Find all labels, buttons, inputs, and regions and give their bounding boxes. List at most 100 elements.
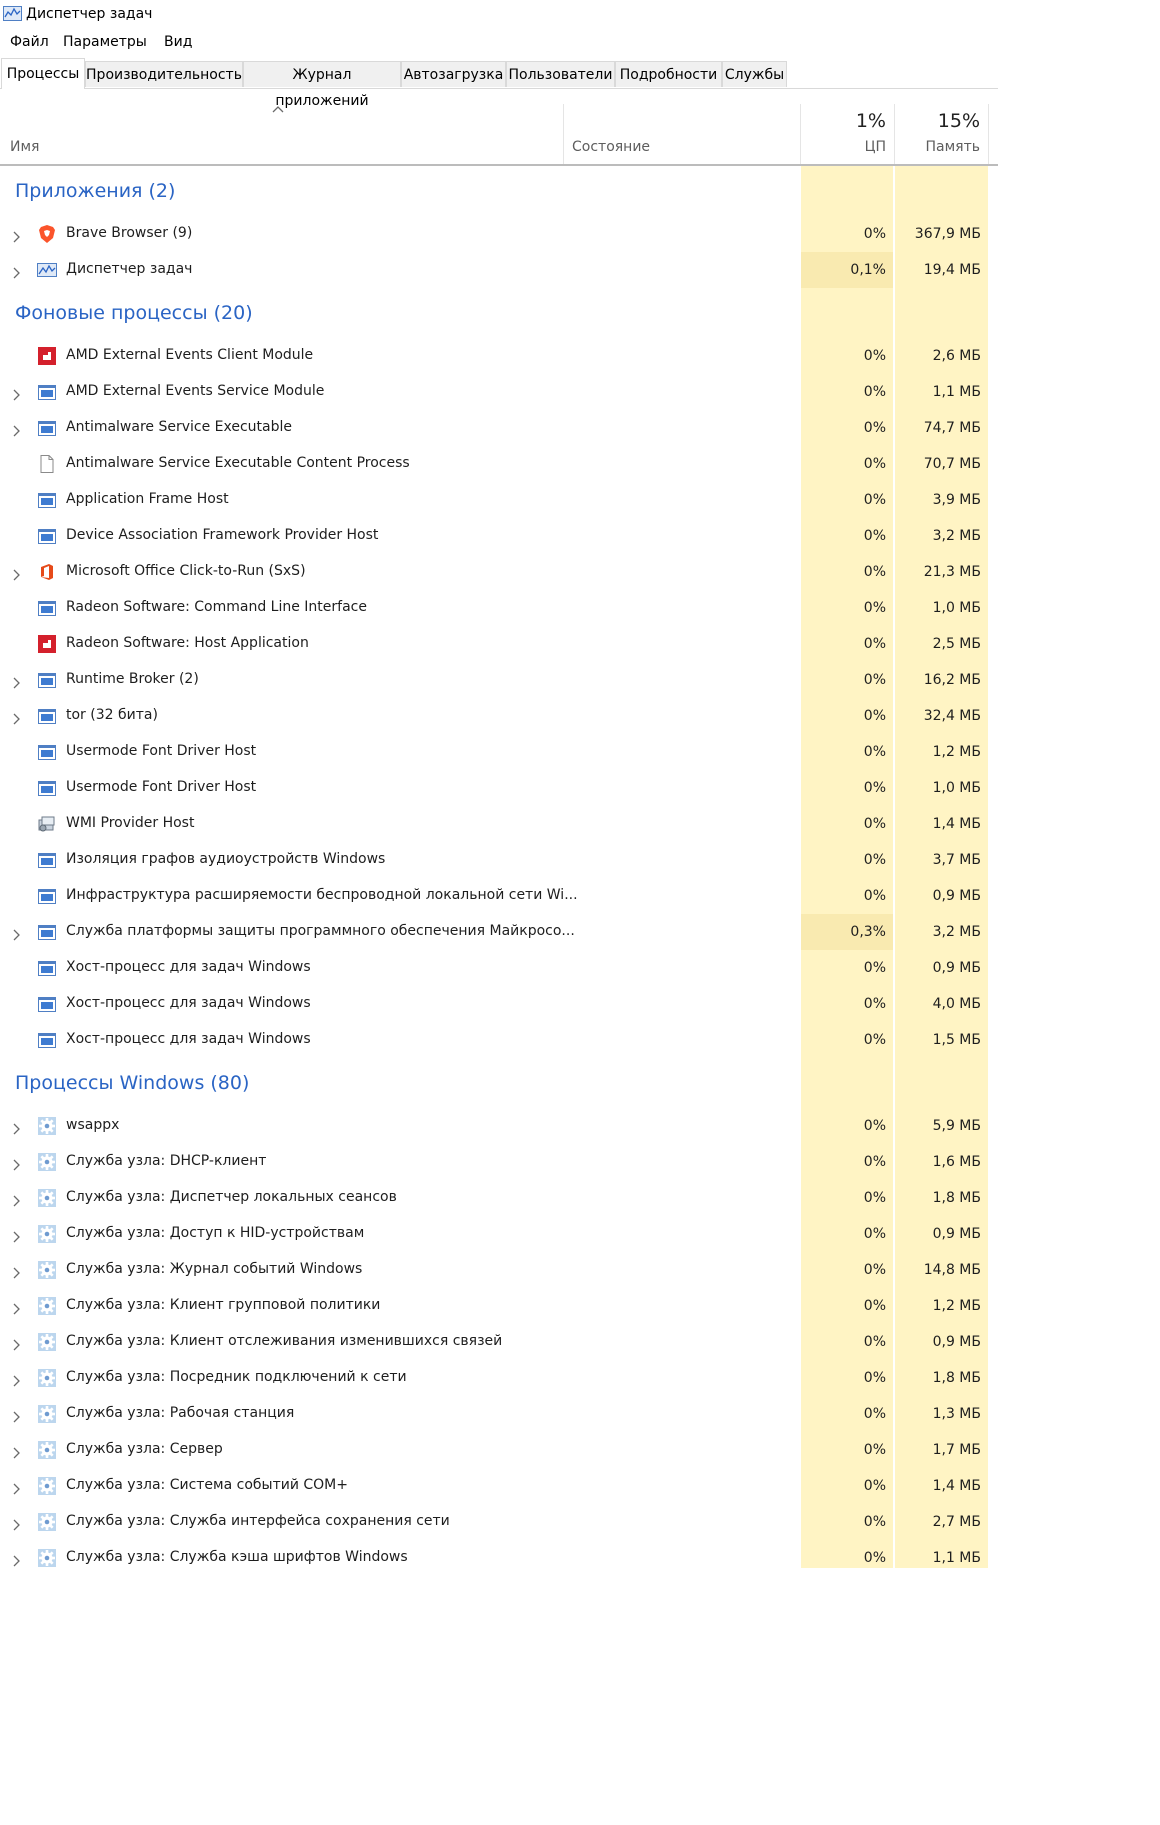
process-row[interactable]: wsappx 0% 5,9 МБ [0,1108,998,1144]
process-row[interactable]: AMD External Events Client Module 0% 2,6 М… [0,338,998,374]
chevron-right-icon[interactable] [11,1192,21,1207]
process-row[interactable]: Antimalware Service Executable Content P… [0,446,998,482]
chevron-right-icon[interactable] [11,566,21,581]
process-row[interactable]: Изоляция графов аудиоустройств Windows 0%… [0,842,998,878]
process-row[interactable]: Хост-процесс для задач Windows 0% 0,9 МБ [0,950,998,986]
process-name: Runtime Broker (2) [66,671,199,687]
process-row[interactable]: Antimalware Service Executable 0% 74,7 МБ [0,410,998,446]
column-divider[interactable] [894,104,895,164]
chevron-right-icon[interactable] [11,926,21,941]
process-row[interactable]: Служба узла: Доступ к HID-устройствам 0% 0… [0,1216,998,1252]
process-row[interactable]: Служба узла: Сервер 0% 1,7 МБ [0,1432,998,1468]
chevron-right-icon[interactable] [11,1372,21,1387]
group-header[interactable]: Фоновые процессы (20) [0,288,998,338]
chevron-right-icon[interactable] [11,1300,21,1315]
process-row[interactable]: Хост-процесс для задач Windows 0% 4,0 МБ [0,986,998,1022]
process-row[interactable]: Brave Browser (9) 0% 367,9 МБ [0,216,998,252]
tab-details[interactable]: Подробности [615,61,722,87]
window-icon [37,526,57,546]
process-row[interactable]: Служба узла: Система событий COM+ 0% 1,4 М… [0,1468,998,1504]
process-row[interactable]: Служба узла: Служба интерфейса сохранени… [0,1504,998,1540]
process-row[interactable]: Runtime Broker (2) 0% 16,2 МБ [0,662,998,698]
process-row[interactable]: Хост-процесс для задач Windows 0% 1,5 МБ [0,1022,998,1058]
chevron-right-icon[interactable] [11,422,21,437]
process-row[interactable]: Служба узла: Клиент отслеживания изменив… [0,1324,998,1360]
cpu-total[interactable]: 1% [856,110,886,132]
chevron-right-icon[interactable] [11,1264,21,1279]
column-memory[interactable]: Память [926,139,981,155]
process-row[interactable]: Application Frame Host 0% 3,9 МБ [0,482,998,518]
process-row[interactable]: Device Association Framework Provider Ho… [0,518,998,554]
process-row[interactable]: Usermode Font Driver Host 0% 1,2 МБ [0,734,998,770]
column-state[interactable]: Состояние [572,139,650,155]
process-row[interactable]: AMD External Events Service Module 0% 1,1 … [0,374,998,410]
column-name[interactable]: Имя [10,139,39,155]
process-row[interactable]: Radeon Software: Host Application 0% 2,5 М… [0,626,998,662]
memory-total[interactable]: 15% [938,110,980,132]
cpu-value: 0% [863,1262,886,1278]
tab-app-history[interactable]: Журнал приложений [243,61,401,109]
process-row[interactable]: Служба узла: DHCP-клиент 0% 1,6 МБ [0,1144,998,1180]
tab-processes[interactable]: Процессы [1,58,85,89]
column-divider[interactable] [988,104,989,164]
process-row[interactable]: tor (32 бита) 0% 32,4 МБ [0,698,998,734]
gear-icon [37,1512,57,1532]
process-row[interactable]: Служба узла: Посредник подключений к сет… [0,1360,998,1396]
gear-icon [37,1548,57,1568]
chevron-right-icon[interactable] [11,228,21,243]
process-row[interactable]: Инфраструктура расширяемости беспроводно… [0,878,998,914]
chevron-right-icon[interactable] [11,1516,21,1531]
cpu-value: 0% [863,1370,886,1386]
memory-value: 5,9 МБ [932,1118,981,1134]
process-row[interactable]: Служба узла: Рабочая станция 0% 1,3 МБ [0,1396,998,1432]
chevron-right-icon[interactable] [11,386,21,401]
memory-value: 3,2 МБ [932,924,981,940]
process-row[interactable]: Служба узла: Журнал событий Windows 0% 14,… [0,1252,998,1288]
chevron-right-icon[interactable] [11,1156,21,1171]
menu-view[interactable]: Вид [164,34,192,50]
menu-options[interactable]: Параметры [63,34,147,50]
chevron-right-icon[interactable] [11,1552,21,1567]
group-header[interactable]: Процессы Windows (80) [0,1058,998,1108]
chevron-right-icon[interactable] [11,674,21,689]
tab-startup[interactable]: Автозагрузка [401,61,506,87]
memory-value: 3,2 МБ [932,528,981,544]
process-row[interactable]: Usermode Font Driver Host 0% 1,0 МБ [0,770,998,806]
column-divider[interactable] [800,104,801,164]
chevron-right-icon[interactable] [11,1120,21,1135]
chevron-right-icon[interactable] [11,1408,21,1423]
chevron-right-icon[interactable] [11,710,21,725]
column-divider[interactable] [563,104,564,164]
tab-services[interactable]: Службы [722,61,787,87]
process-row[interactable]: Radeon Software: Command Line Interface 0… [0,590,998,626]
group-label: Процессы Windows (80) [15,1072,250,1094]
process-row[interactable]: Служба узла: Клиент групповой политики 0%… [0,1288,998,1324]
menu-file[interactable]: Файл [10,34,49,50]
process-row[interactable]: Служба узла: Диспетчер локальных сеансов… [0,1180,998,1216]
group-header[interactable]: Приложения (2) [0,166,998,216]
gear-icon [37,1224,57,1244]
process-row[interactable]: WMI Provider Host 0% 1,4 МБ [0,806,998,842]
memory-value: 1,3 МБ [932,1406,981,1422]
cpu-value: 0% [863,1334,886,1350]
process-name: Brave Browser (9) [66,225,193,241]
chevron-right-icon[interactable] [11,1336,21,1351]
process-name: Диспетчер задач [66,261,193,277]
column-cpu[interactable]: ЦП [865,139,886,155]
process-row[interactable]: Служба платформы защиты программного обе… [0,914,998,950]
process-name: Служба узла: Клиент групповой политики [66,1297,381,1313]
tab-users[interactable]: Пользователи [506,61,615,87]
process-name: AMD External Events Service Module [66,383,325,399]
chevron-right-icon[interactable] [11,1480,21,1495]
tab-performance[interactable]: Производительность [85,61,243,87]
chevron-right-icon[interactable] [11,1228,21,1243]
cpu-value: 0% [863,816,886,832]
process-list: Приложения (2) Brave Browser (9) 0% 367,9 М… [0,166,998,1576]
process-row[interactable]: Служба узла: Служба кэша шрифтов Windows… [0,1540,998,1576]
chevron-right-icon[interactable] [11,264,21,279]
process-row[interactable]: Microsoft Office Click-to-Run (SxS) 0% 21,… [0,554,998,590]
cpu-value: 0% [863,1226,886,1242]
menu-bar: Файл Параметры Вид [0,32,998,54]
chevron-right-icon[interactable] [11,1444,21,1459]
process-row[interactable]: Диспетчер задач 0,1% 19,4 МБ [0,252,998,288]
